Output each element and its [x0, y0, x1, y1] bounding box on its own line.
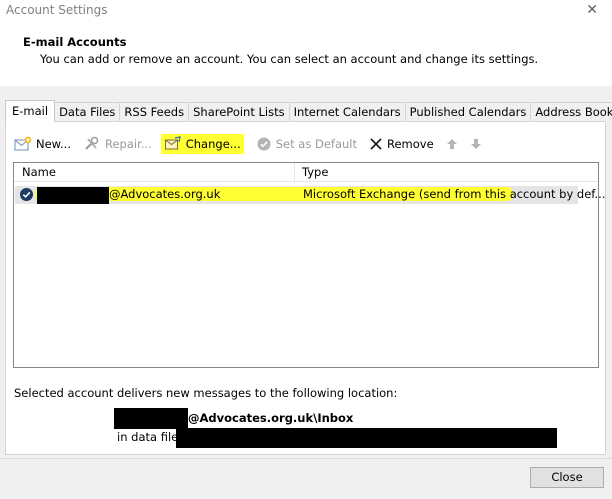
window-close-icon[interactable]: ✕: [586, 2, 598, 18]
list-header: Name Type: [14, 163, 598, 182]
account-list[interactable]: Name Type @Advocates.org.uk Microsoft Ex…: [13, 162, 605, 368]
set-default-button[interactable]: Set as Default: [256, 134, 357, 154]
dialog-body: E-mail Data Files RSS Feeds SharePoint L…: [0, 86, 612, 499]
column-header-type[interactable]: Type: [295, 163, 598, 181]
redacted-account-name: [37, 187, 109, 204]
redacted-mailbox-name: [114, 408, 188, 429]
repair-account-button[interactable]: Repair...: [83, 134, 152, 154]
tab-strip: E-mail Data Files RSS Feeds SharePoint L…: [5, 100, 612, 122]
new-account-button[interactable]: New...: [14, 134, 71, 154]
change-settings-icon: [164, 136, 181, 150]
tab-data-files[interactable]: Data Files: [54, 102, 121, 122]
account-settings-dialog: Account Settings ✕ E-mail Accounts You c…: [0, 0, 612, 499]
new-account-label: New...: [36, 137, 71, 151]
delivery-inbox-path: @Advocates.org.uk\Inbox: [188, 411, 354, 425]
arrow-down-icon: [470, 139, 481, 149]
section-title: E-mail Accounts: [23, 35, 127, 49]
move-up-button[interactable]: [446, 134, 462, 154]
data-file-label: in data file: [117, 430, 179, 444]
tab-sharepoint-lists[interactable]: SharePoint Lists: [188, 102, 290, 122]
check-circle-icon: [257, 137, 271, 151]
repair-tools-icon: [85, 136, 99, 150]
repair-account-label: Repair...: [105, 137, 152, 151]
close-button[interactable]: Close: [530, 467, 604, 488]
tab-published-calendars[interactable]: Published Calendars: [404, 102, 532, 122]
account-toolbar: New... Repair... Change... Set as Defaul…: [14, 132, 498, 156]
move-down-button[interactable]: [470, 134, 486, 154]
column-header-name[interactable]: Name: [14, 163, 295, 181]
title-bar: Account Settings ✕: [0, 0, 612, 24]
tab-address-books[interactable]: Address Books: [530, 102, 612, 122]
default-account-check-icon: [20, 188, 33, 201]
account-row[interactable]: @Advocates.org.uk Microsoft Exchange (se…: [15, 186, 605, 204]
remove-account-button[interactable]: Remove: [369, 134, 434, 154]
section-description: You can add or remove an account. You ca…: [40, 52, 539, 66]
tab-rss-feeds[interactable]: RSS Feeds: [119, 102, 190, 122]
account-type: Microsoft Exchange (send from this accou…: [303, 187, 606, 201]
delivery-location-label: Selected account delivers new messages t…: [14, 386, 398, 400]
tab-internet-calendars[interactable]: Internet Calendars: [288, 102, 406, 122]
account-name: @Advocates.org.uk: [109, 187, 221, 201]
email-tab-panel: New... Repair... Change... Set as Defaul…: [5, 121, 606, 455]
redacted-data-file-path: [176, 428, 557, 448]
new-email-icon: [14, 136, 32, 151]
change-account-label: Change...: [185, 137, 241, 151]
tab-email[interactable]: E-mail: [5, 100, 56, 122]
dialog-footer: Close: [0, 458, 612, 499]
set-default-label: Set as Default: [275, 137, 357, 151]
dialog-header: E-mail Accounts You can add or remove an…: [0, 24, 612, 87]
arrow-up-icon: [446, 139, 457, 149]
remove-account-label: Remove: [387, 137, 434, 151]
remove-x-icon: [370, 138, 382, 150]
change-account-button[interactable]: Change...: [160, 134, 244, 154]
window-title: Account Settings: [6, 3, 108, 17]
